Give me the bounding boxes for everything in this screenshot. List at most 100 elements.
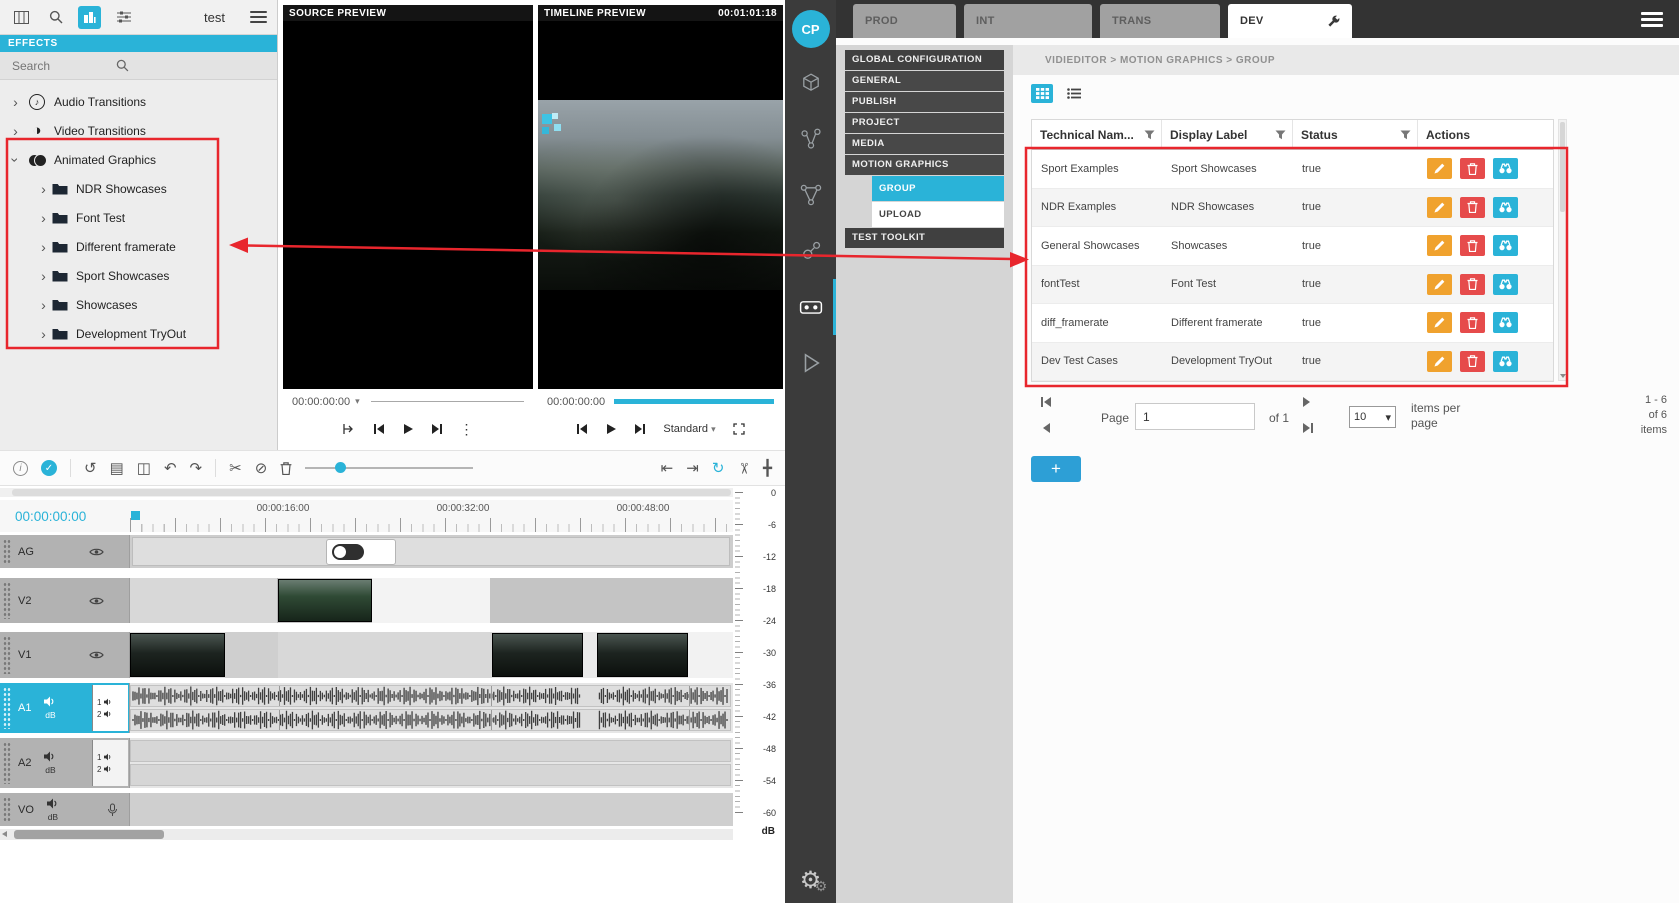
undo-icon[interactable]: ↶	[164, 461, 177, 476]
graphics-clip[interactable]	[132, 537, 730, 566]
chevron-right-icon[interactable]: ›	[37, 268, 50, 284]
tree-group-audio-transitions[interactable]: › ♪ Audio Transitions	[0, 87, 277, 116]
timeline-ruler[interactable]: 00:00:00:00 00:00:16:0000:00:32:0000:00:…	[0, 500, 733, 532]
track-header[interactable]: AG	[0, 535, 130, 568]
chevron-right-icon[interactable]: ›	[9, 123, 22, 139]
chevron-right-icon[interactable]: ›	[37, 181, 50, 197]
search-icon[interactable]	[116, 59, 129, 72]
user-avatar[interactable]: CP	[792, 10, 830, 48]
filter-funnel-icon[interactable]	[1144, 130, 1155, 140]
video-clip[interactable]	[688, 632, 733, 678]
video-clip[interactable]	[372, 578, 490, 623]
last-page-button[interactable]	[1303, 423, 1313, 433]
previous-frame-button[interactable]	[373, 423, 385, 435]
env-tab[interactable]: DEV	[1228, 4, 1352, 38]
track-lane[interactable]	[130, 683, 733, 733]
track-lane[interactable]	[130, 578, 733, 623]
env-tab[interactable]: INT	[964, 4, 1092, 38]
channel-box[interactable]: 1 2	[92, 685, 128, 731]
scroll-down-arrow[interactable]	[1560, 374, 1566, 378]
column-display-label[interactable]: Display Label	[1162, 120, 1293, 149]
layout-panels-icon[interactable]	[10, 6, 33, 29]
tree-item[interactable]: › Sport Showcases	[0, 261, 277, 290]
next-page-button[interactable]	[1303, 397, 1310, 407]
tree-item[interactable]: › Showcases	[0, 290, 277, 319]
organization-icon[interactable]	[78, 6, 101, 29]
track-lane[interactable]	[130, 535, 733, 568]
video-clip-thumbnail[interactable]	[492, 633, 583, 677]
video-clip[interactable]	[225, 632, 278, 678]
preview-button[interactable]	[1493, 274, 1518, 295]
zoom-slider-handle[interactable]	[335, 462, 346, 473]
visibility-eye-icon[interactable]	[89, 596, 104, 606]
nav-item[interactable]: MOTION GRAPHICS	[845, 155, 1004, 175]
track-lane[interactable]	[130, 793, 733, 826]
video-clip-thumbnail[interactable]	[130, 633, 225, 677]
redo-icon[interactable]: ↷	[190, 461, 203, 476]
search-icon[interactable]	[44, 6, 67, 29]
track-drag-handle[interactable]	[3, 539, 11, 564]
edit-button[interactable]	[1427, 158, 1452, 179]
timeline-preview-video[interactable]	[538, 21, 783, 389]
chevron-right-icon[interactable]: ›	[37, 297, 50, 313]
admin-menu-icon[interactable]	[1641, 9, 1663, 30]
table-row[interactable]: NDR Examples NDR Showcases true	[1032, 189, 1553, 228]
track-v2[interactable]: V2	[0, 578, 733, 623]
molecule-icon[interactable]	[796, 236, 826, 266]
transition-toggle[interactable]	[332, 544, 364, 560]
table-scrollbar[interactable]	[1558, 119, 1567, 381]
nav-item[interactable]: GLOBAL CONFIGURATION	[845, 50, 1004, 70]
razor-icon[interactable]: ✂	[736, 462, 751, 475]
audio-lane-empty[interactable]	[130, 764, 731, 786]
timeline-seek-bar[interactable]	[614, 399, 774, 404]
delete-button[interactable]	[1460, 197, 1485, 218]
track-vo[interactable]: VO dB	[0, 793, 733, 826]
scroll-left-arrow[interactable]	[2, 831, 7, 837]
edit-button[interactable]	[1427, 197, 1452, 218]
insert-clip-icon[interactable]	[343, 423, 356, 435]
nav-item[interactable]: GROUP	[872, 176, 1004, 201]
insert-out-icon[interactable]: ⇥	[686, 461, 699, 476]
delete-button[interactable]	[1460, 235, 1485, 256]
video-clip-thumbnail[interactable]	[278, 579, 372, 622]
tree-item[interactable]: › Development TryOut	[0, 319, 277, 348]
track-drag-handle[interactable]	[3, 636, 11, 674]
microphone-icon[interactable]	[108, 803, 117, 816]
track-header-selected[interactable]: A1 dB 1 2	[0, 683, 130, 733]
preview-button[interactable]	[1493, 312, 1518, 333]
sliders-icon[interactable]	[112, 6, 135, 29]
table-row[interactable]: Sport Examples Sport Showcases true	[1032, 150, 1553, 189]
first-page-button[interactable]	[1041, 397, 1051, 407]
play-tool-icon[interactable]	[796, 348, 826, 378]
scrollbar-thumb[interactable]	[14, 830, 164, 839]
move-icon[interactable]: ╋	[763, 461, 772, 476]
history-icon[interactable]: ↺	[84, 461, 97, 476]
tree-item[interactable]: › NDR Showcases	[0, 174, 277, 203]
scrollbar-thumb[interactable]	[1560, 122, 1565, 212]
zoom-slider[interactable]	[305, 461, 473, 475]
speaker-icon[interactable]	[47, 798, 59, 809]
video-clip[interactable]	[130, 578, 278, 623]
column-technical-name[interactable]: Technical Nam...	[1032, 120, 1162, 149]
split-view-icon[interactable]: ◫	[137, 461, 151, 476]
timecode-dropdown-icon[interactable]: ▾	[355, 396, 360, 407]
editor-menu-icon[interactable]	[250, 8, 267, 26]
chevron-right-icon[interactable]: ›	[9, 94, 22, 110]
page-size-select[interactable]: 10▾	[1349, 406, 1396, 428]
track-lane[interactable]	[130, 632, 733, 678]
track-ag[interactable]: AG	[0, 535, 733, 568]
timeline-ruler-strip[interactable]: 00:00:16:0000:00:32:0000:00:48:00	[130, 500, 730, 532]
track-drag-handle[interactable]	[3, 797, 11, 822]
env-tab[interactable]: TRANS	[1100, 4, 1220, 38]
play-button[interactable]	[605, 423, 617, 435]
delete-button[interactable]	[1460, 312, 1485, 333]
timeline-horizontal-scrollbar-top[interactable]	[0, 488, 733, 497]
nav-item[interactable]: PROJECT	[845, 113, 1004, 133]
list-view-toggle[interactable]	[1063, 84, 1085, 103]
preview-button[interactable]	[1493, 158, 1518, 179]
preview-button[interactable]	[1493, 235, 1518, 256]
delete-button[interactable]	[1460, 351, 1485, 372]
transition-chip[interactable]	[326, 539, 396, 565]
nav-item[interactable]: TEST TOOLKIT	[845, 228, 1004, 248]
track-header[interactable]: V1	[0, 632, 130, 678]
